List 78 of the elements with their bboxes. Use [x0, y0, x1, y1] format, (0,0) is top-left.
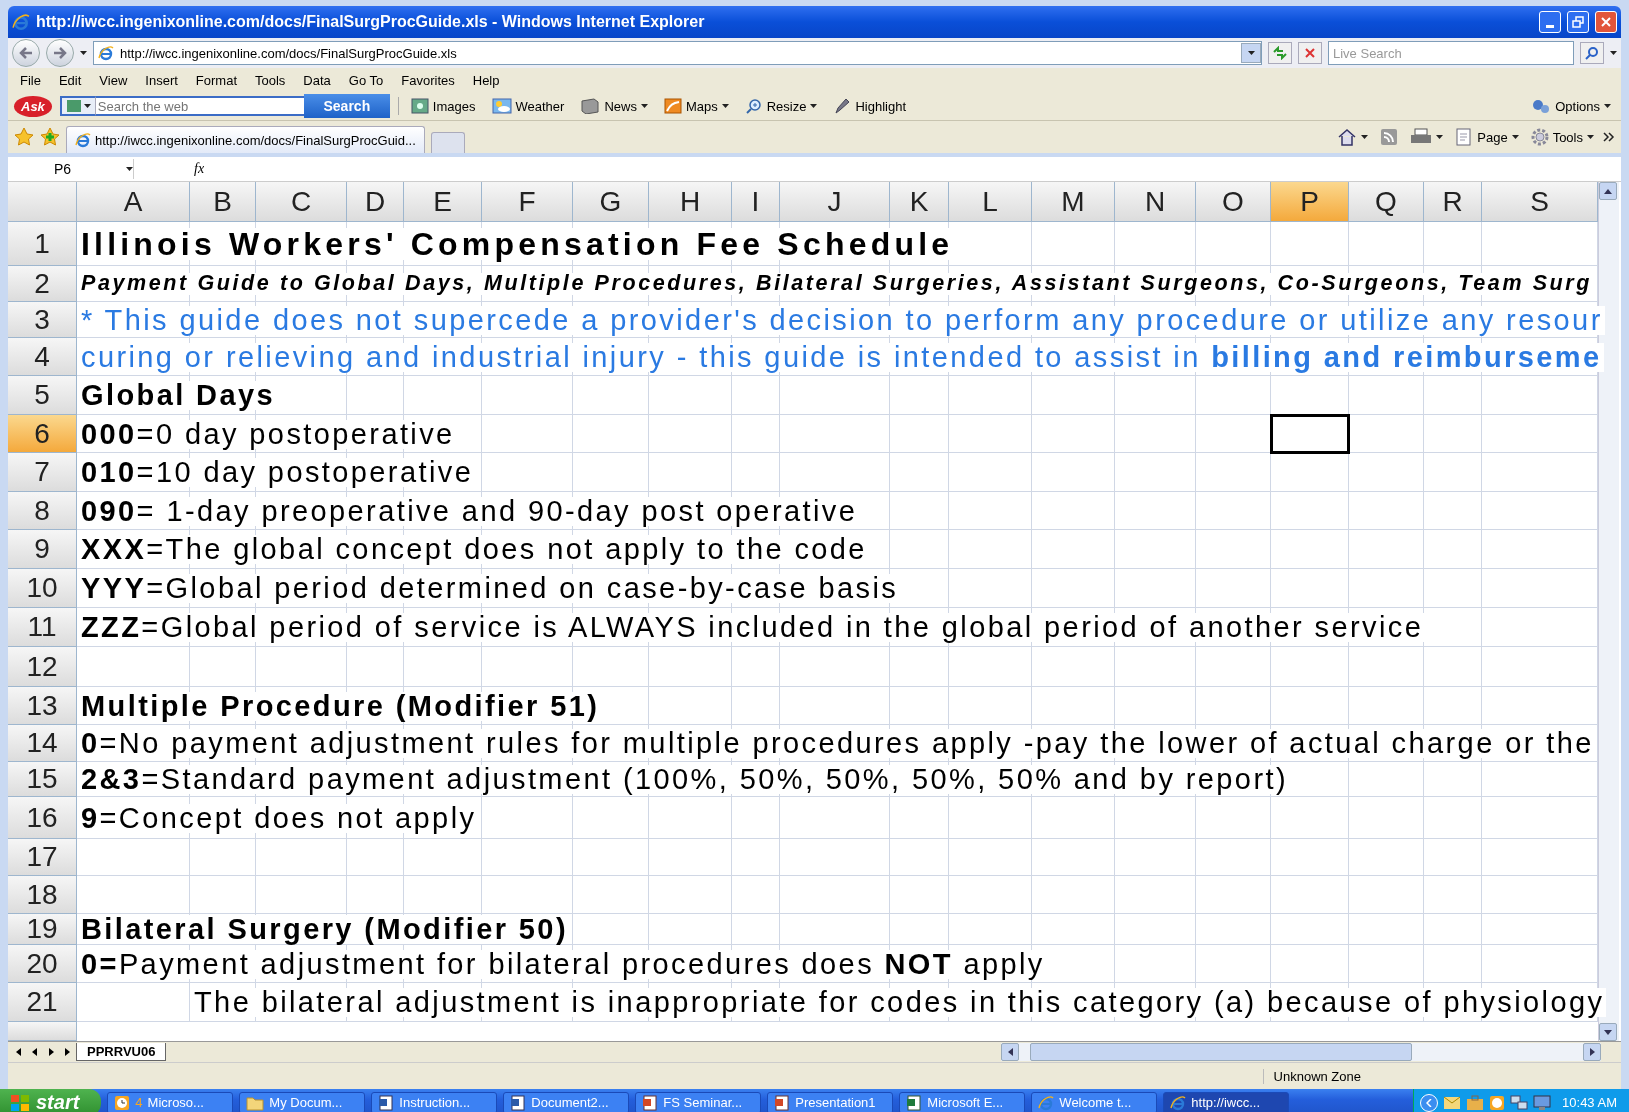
column-header[interactable]: L	[949, 182, 1032, 222]
column-header[interactable]: K	[890, 182, 949, 222]
command-button[interactable]: Page	[1452, 128, 1522, 146]
options-button[interactable]: Options	[1527, 98, 1615, 114]
column-header[interactable]: S	[1482, 182, 1598, 222]
toolbar-button[interactable]: Maps	[659, 98, 733, 114]
row-header[interactable]: 20	[8, 945, 77, 983]
column-header[interactable]: G	[573, 182, 649, 222]
taskbar-button[interactable]: FS Seminar...	[635, 1091, 762, 1112]
row-header[interactable]: 11	[8, 608, 77, 647]
menu-item[interactable]: View	[91, 70, 136, 90]
row-header[interactable]: 17	[8, 839, 77, 876]
security-zone: Unknown Zone	[1262, 1068, 1361, 1084]
menu-item[interactable]: File	[12, 70, 49, 90]
taskbar-button[interactable]: Document2...	[503, 1091, 630, 1112]
ask-logo[interactable]: Ask	[14, 95, 52, 117]
column-header[interactable]: N	[1115, 182, 1196, 222]
row-header[interactable]: 21	[8, 983, 77, 1022]
menu-item[interactable]: Go To	[340, 70, 392, 90]
row-header[interactable]: 9	[8, 530, 77, 569]
taskbar-button[interactable]: Welcome t...	[1031, 1091, 1158, 1112]
column-header[interactable]: Q	[1349, 182, 1424, 222]
row-header[interactable]: 4	[8, 338, 77, 376]
row-header[interactable]: 13	[8, 687, 77, 725]
row-header[interactable]: 18	[8, 876, 77, 914]
menu-item[interactable]: Insert	[137, 70, 186, 90]
menu-item[interactable]: Help	[464, 70, 508, 90]
browser-tab[interactable]: http://iwcc.ingenixonline.com/docs/FinalSurgProcGuid...	[66, 126, 425, 153]
web-search-field[interactable]: Search the web	[95, 96, 306, 116]
column-header[interactable]: C	[256, 182, 347, 222]
command-button[interactable]: Tools	[1527, 128, 1597, 146]
menu-item[interactable]: Data	[295, 70, 339, 90]
row-header[interactable]: 12	[8, 647, 77, 687]
search-button[interactable]: Search	[303, 94, 390, 118]
menu-item[interactable]: Tools	[247, 70, 294, 90]
toolbar-button[interactable]: Highlight	[829, 98, 911, 114]
column-header[interactable]: A	[77, 182, 190, 222]
toolbar-button[interactable]: Resize	[740, 98, 822, 114]
menu-item[interactable]: Format	[187, 70, 245, 90]
column-header[interactable]: D	[347, 182, 404, 222]
column-header[interactable]: I	[732, 182, 780, 222]
row-header[interactable]: 1	[8, 222, 77, 266]
taskbar-button[interactable]: Instruction...	[371, 1091, 498, 1112]
column-header[interactable]: F	[482, 182, 573, 222]
row-header[interactable]: 10	[8, 569, 77, 608]
row-header[interactable]: 16	[8, 797, 77, 839]
taskbar-button[interactable]: 4 Microso...	[107, 1091, 234, 1112]
toolbar-button[interactable]: Images	[406, 98, 480, 114]
window-title: http://iwcc.ingenixonline.com/docs/FinalSurgProcGuide.xls - Windows Internet Explorer	[36, 13, 706, 31]
toolbar-button[interactable]: Weather	[487, 98, 569, 114]
row-header[interactable]: 5	[8, 376, 77, 415]
sheet-tab[interactable]: PPRRVU06	[76, 1043, 167, 1061]
row-header[interactable]: 14	[8, 725, 77, 762]
taskbar-button[interactable]: My Docum...	[239, 1091, 366, 1112]
menu-item[interactable]: Edit	[50, 70, 90, 90]
row-header[interactable]: 15	[8, 762, 77, 797]
insert-function-button[interactable]: fx	[194, 161, 205, 177]
column-header[interactable]: E	[404, 182, 482, 222]
column-header[interactable]: P	[1271, 182, 1349, 222]
menu-item[interactable]: Favorites	[393, 70, 463, 90]
taskbar-button[interactable]: http://iwcc...	[1163, 1091, 1290, 1112]
column-header[interactable]: M	[1032, 182, 1115, 222]
taskbar-button[interactable]: Presentation1	[767, 1091, 894, 1112]
toolbar-button[interactable]: News	[576, 98, 652, 114]
column-header[interactable]: J	[780, 182, 890, 222]
row-header[interactable]: 2	[8, 266, 77, 302]
row-header[interactable]: 3	[8, 302, 77, 338]
column-header[interactable]: H	[649, 182, 732, 222]
column-header[interactable]: O	[1196, 182, 1271, 222]
live-search-field[interactable]: Live Search	[1328, 41, 1574, 65]
row-header[interactable]: 7	[8, 453, 77, 492]
address-field[interactable]: http://iwcc.ingenixonline.com/docs/FinalSurgProcGuide.xls	[93, 41, 1262, 65]
column-header[interactable]: R	[1424, 182, 1482, 222]
column-header[interactable]: B	[190, 182, 256, 222]
row-header[interactable]: 8	[8, 492, 77, 530]
taskbar-button[interactable]: Microsoft E...	[899, 1091, 1026, 1112]
row-header[interactable]: 6	[8, 415, 77, 453]
row-header[interactable]: 19	[8, 914, 77, 945]
